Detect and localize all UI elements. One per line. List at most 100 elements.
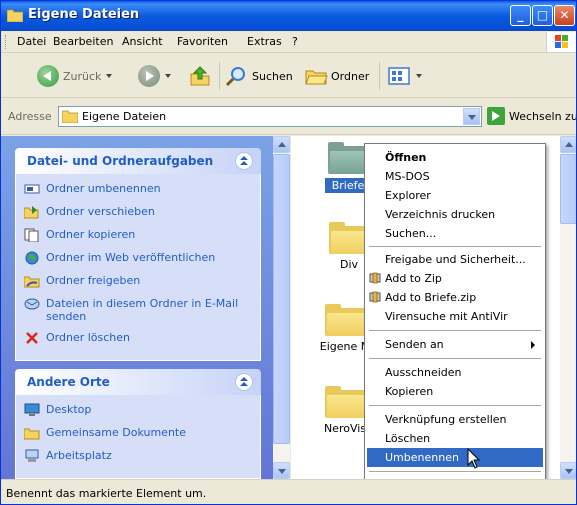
menu-item-send-to[interactable]: Senden an	[367, 335, 543, 354]
move-icon	[24, 206, 39, 219]
email-icon	[24, 298, 40, 310]
go-arrow-icon[interactable]	[487, 107, 505, 125]
menu-ansicht[interactable]: Ansicht	[122, 35, 163, 48]
desktop-icon	[24, 403, 40, 416]
other-places-header[interactable]: Andere Orte	[15, 369, 261, 395]
other-places-body: Desktop Gemeinsame Dokumente Arbeitsplat…	[15, 395, 261, 479]
file-tasks-header[interactable]: Datei- und Ordneraufgaben	[15, 148, 261, 174]
menu-item-delete[interactable]: Löschen	[367, 429, 543, 448]
place-label: Gemeinsame Dokumente	[46, 426, 186, 439]
menu-grip	[5, 35, 8, 49]
context-menu: Öffnen MS-DOS Explorer Verzeichnis druck…	[364, 143, 546, 497]
menu-separator	[369, 330, 541, 331]
menu-item-create-shortcut[interactable]: Verknüpfung erstellen	[367, 410, 543, 429]
task-label: Ordner im Web veröffentlichen	[46, 251, 216, 264]
task-label: Ordner kopieren	[46, 228, 136, 241]
menu-bearbeiten[interactable]: Bearbeiten	[53, 35, 113, 48]
place-desktop[interactable]: Desktop	[24, 403, 260, 422]
search-button[interactable]: Suchen	[225, 64, 293, 88]
scroll-up-arrow-icon[interactable]	[273, 136, 290, 153]
views-icon	[388, 67, 410, 85]
place-shared-documents[interactable]: Gemeinsame Dokumente	[24, 426, 260, 445]
menu-item-cut[interactable]: Ausschneiden	[367, 363, 543, 382]
menu-extras[interactable]: Extras	[247, 35, 282, 48]
collapse-chevron-icon[interactable]	[235, 152, 253, 170]
web-publish-icon	[25, 251, 39, 265]
scroll-down-arrow-icon[interactable]	[273, 462, 290, 479]
file-item-div[interactable]: Div	[329, 222, 369, 271]
back-button[interactable]: Zurück	[37, 64, 113, 88]
menu-item-search[interactable]: Suchen...	[367, 224, 543, 243]
task-rename-folder[interactable]: Ordner umbenennen	[24, 182, 260, 201]
folder-icon	[7, 9, 23, 22]
file-tasks-panel: Datei- und Ordneraufgaben Ordner umbenen…	[15, 148, 261, 361]
task-move-folder[interactable]: Ordner verschieben	[24, 205, 260, 224]
file-view-scrollbar[interactable]	[560, 136, 576, 479]
scroll-thumb[interactable]	[560, 154, 576, 224]
collapse-chevron-icon[interactable]	[235, 373, 253, 391]
title-bar[interactable]: Eigene Dateien _ □ ✕	[1, 1, 576, 31]
scroll-down-arrow-icon[interactable]	[560, 462, 576, 479]
menu-separator	[369, 358, 541, 359]
up-button[interactable]	[189, 64, 211, 88]
task-publish-folder[interactable]: Ordner im Web veröffentlichen	[24, 251, 260, 270]
other-places-title: Andere Orte	[27, 375, 110, 389]
share-icon	[24, 276, 40, 288]
menu-item-sharing-security[interactable]: Freigabe und Sicherheit...	[367, 250, 543, 269]
folders-icon	[305, 70, 328, 85]
folder-icon	[328, 142, 368, 174]
scroll-up-arrow-icon[interactable]	[560, 136, 576, 153]
window-title: Eigene Dateien	[28, 7, 140, 22]
task-copy-folder[interactable]: Ordner kopieren	[24, 228, 260, 247]
file-label: Div	[339, 258, 359, 271]
menu-item-label: Add to Zip	[385, 272, 442, 285]
submenu-arrow-icon	[531, 341, 535, 349]
rename-icon	[24, 184, 40, 194]
address-field[interactable]: Eigene Dateien	[58, 106, 482, 127]
menu-item-ms-dos[interactable]: MS-DOS	[367, 167, 543, 186]
forward-button[interactable]	[138, 64, 171, 88]
place-label: Desktop	[46, 403, 92, 416]
folders-button[interactable]: Ordner	[304, 64, 369, 88]
place-label: Arbeitsplatz	[46, 449, 112, 462]
menu-item-copy[interactable]: Kopieren	[367, 382, 543, 401]
toolbar-separator	[219, 62, 220, 90]
task-pane-scrollbar[interactable]	[273, 136, 290, 479]
menu-bar: Datei Bearbeiten Ansicht Favoriten Extra…	[1, 31, 576, 53]
task-email-files[interactable]: Dateien in diesem Ordner in E-Mail sende…	[24, 297, 260, 327]
menu-item-antivir[interactable]: Virensuche mit AntiVir	[367, 307, 543, 326]
folder-icon	[325, 386, 365, 418]
search-label: Suchen	[252, 69, 293, 83]
maximize-button[interactable]: □	[532, 5, 553, 26]
copy-icon	[24, 228, 39, 242]
go-button-label[interactable]: Wechseln zu	[509, 110, 576, 123]
toolbar-separator	[379, 62, 380, 90]
menu-item-explorer[interactable]: Explorer	[367, 186, 543, 205]
menu-item-add-to-zip[interactable]: Add to Zip	[367, 269, 543, 288]
views-button[interactable]	[387, 64, 422, 88]
forward-arrow-icon	[138, 65, 160, 87]
task-label: Ordner verschieben	[46, 205, 155, 218]
address-bar: Adresse Eigene Dateien Wechseln zu	[1, 99, 576, 135]
toolbar: Zurück Suchen Ordner	[1, 54, 576, 98]
close-button[interactable]: ✕	[554, 5, 575, 26]
task-share-folder[interactable]: Ordner freigeben	[24, 274, 260, 293]
menu-separator	[369, 405, 541, 406]
folder-icon	[329, 222, 369, 254]
menu-favoriten[interactable]: Favoriten	[177, 35, 228, 48]
menu-item-open[interactable]: Öffnen	[367, 148, 543, 167]
menu-help[interactable]: ?	[292, 35, 298, 48]
menu-item-rename[interactable]: Umbenennen	[367, 448, 543, 467]
place-my-computer[interactable]: Arbeitsplatz	[24, 449, 260, 468]
folder-icon	[62, 110, 78, 123]
windows-logo	[546, 32, 576, 52]
menu-datei[interactable]: Datei	[17, 35, 46, 48]
menu-item-add-to-briefe-zip[interactable]: Add to Briefe.zip	[367, 288, 543, 307]
address-dropdown-button[interactable]	[463, 108, 480, 125]
menu-separator	[369, 471, 541, 472]
scroll-thumb[interactable]	[273, 154, 290, 444]
task-delete-folder[interactable]: Ordner löschen	[24, 331, 260, 350]
menu-item-label: Add to Briefe.zip	[385, 291, 477, 304]
menu-item-print-directory[interactable]: Verzeichnis drucken	[367, 205, 543, 224]
minimize-button[interactable]: _	[510, 5, 531, 26]
